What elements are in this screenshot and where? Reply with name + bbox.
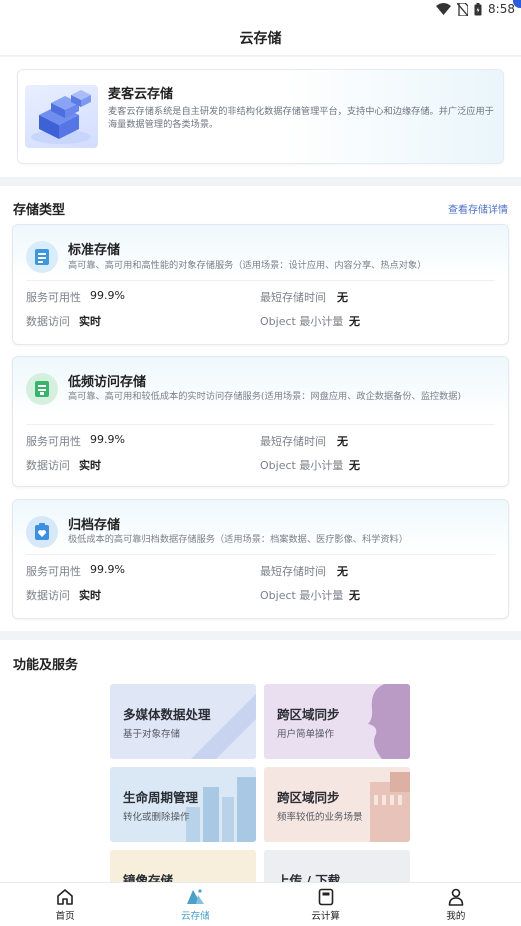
min-storage-time-label: 最短存储时间 [260, 291, 326, 304]
status-time: 8:58 [488, 2, 515, 16]
availability-label: 服务可用性 [26, 291, 81, 304]
availability-label: 服务可用性 [26, 565, 81, 578]
data-access-label: 数据访问 [26, 459, 70, 472]
infrequent-storage-icon [26, 373, 58, 405]
nav-label: 云存储 [181, 910, 210, 922]
cloud-compute-icon [318, 888, 333, 905]
cloud-storage-illustration [25, 85, 98, 148]
intro-card[interactable]: 麦客云存储 麦客云存储系统是自主研发的非结构化数据存储管理平台，支持中心和边缘存… [17, 69, 504, 164]
storage-card-name: 低频访问存储 [68, 375, 147, 390]
title-bar: 云存储 [0, 20, 521, 56]
intro-section: 麦客云存储 麦客云存储系统是自主研发的非结构化数据存储管理平台，支持中心和边缘存… [0, 57, 521, 177]
object-min-unit-label: Object 最小计量 [260, 459, 344, 472]
data-access-value: 实时 [79, 459, 101, 472]
tile-cross-region-sync-2[interactable]: 跨区域同步 频率较低的业务场景 [264, 767, 410, 842]
nav-label: 我的 [446, 910, 466, 922]
functions-section-title: 功能及服务 [13, 658, 79, 673]
availability-value: 99.9% [90, 433, 125, 446]
tile-subtitle: 转化或删除操作 [123, 812, 190, 823]
availability-value: 99.9% [90, 289, 125, 302]
status-icons: 8:58 [436, 2, 515, 16]
cloud-storage-icon [187, 888, 205, 904]
object-min-unit-value: 无 [349, 315, 360, 328]
home-icon [57, 888, 73, 905]
nav-home[interactable]: 首页 [0, 883, 130, 926]
tile-multimedia-processing[interactable]: 多媒体数据处理 基于对象存储 [110, 684, 256, 759]
profile-icon [448, 888, 464, 906]
data-access-value: 实时 [79, 589, 101, 602]
intro-title: 麦客云存储 [108, 87, 174, 102]
object-min-unit-label: Object 最小计量 [260, 589, 344, 602]
nav-profile[interactable]: 我的 [391, 883, 521, 926]
availability-label: 服务可用性 [26, 435, 81, 448]
tile-subtitle: 基于对象存储 [123, 729, 181, 740]
storage-card-name: 归档存储 [68, 518, 121, 533]
object-min-unit-value: 无 [349, 459, 360, 472]
storage-section-title: 存储类型 [13, 203, 66, 218]
min-storage-time-value: 无 [337, 291, 348, 304]
building-decoration [370, 772, 410, 842]
storage-card-standard[interactable]: 标准存储 高可靠、高可用和高性能的对象存储服务（适用场景：设计应用、内容分享、热… [12, 224, 509, 345]
nav-label: 云计算 [311, 910, 340, 922]
object-min-unit-label: Object 最小计量 [260, 315, 344, 328]
functions-section: 功能及服务 多媒体数据处理 基于对象存储 跨区域同步 用户简单操作 生命周期管理… [0, 640, 521, 925]
min-storage-time-value: 无 [337, 435, 348, 448]
battery-icon [474, 2, 482, 15]
standard-storage-icon [26, 241, 58, 273]
tile-lifecycle-management[interactable]: 生命周期管理 转化或删除操作 [110, 767, 256, 842]
tile-subtitle: 频率较低的业务场景 [277, 812, 363, 823]
no-sim-icon [457, 2, 469, 16]
min-storage-time-value: 无 [337, 565, 348, 578]
storage-card-description: 高可靠、高可用和较低成本的实时访问存储服务(适用场景：网盘应用、政企数据备份、监… [68, 391, 462, 402]
data-access-label: 数据访问 [26, 589, 70, 602]
storage-types-section: 存储类型 查看存储详情 标准存储 高可靠、高可用和高性能的对象存储服务（适用场景… [0, 186, 521, 631]
profile-silhouette-decoration [368, 684, 410, 759]
tile-title: 多媒体数据处理 [123, 707, 211, 722]
archive-storage-icon [26, 516, 58, 548]
availability-value: 99.9% [90, 563, 125, 576]
min-storage-time-label: 最短存储时间 [260, 435, 326, 448]
object-min-unit-value: 无 [349, 589, 360, 602]
tile-title: 跨区域同步 [277, 790, 340, 805]
storage-card-description: 高可靠、高可用和高性能的对象存储服务（适用场景：设计应用、内容分享、热点对象） [68, 260, 427, 271]
data-access-label: 数据访问 [26, 315, 70, 328]
nav-label: 首页 [55, 910, 75, 922]
min-storage-time-label: 最短存储时间 [260, 565, 326, 578]
nav-cloud-storage[interactable]: 云存储 [130, 883, 260, 926]
tile-subtitle: 用户简单操作 [277, 729, 335, 740]
intro-description: 麦客云存储系统是自主研发的非结构化数据存储管理平台，支持中心和边缘存储。并广泛应… [108, 106, 494, 130]
page-title: 云存储 [239, 30, 282, 47]
tile-title: 生命周期管理 [123, 790, 199, 805]
storage-card-description: 极低成本的高可靠归档数据存储服务（适用场景：档案数据、医疗影像、科学资料） [68, 534, 408, 545]
wifi-icon [436, 3, 452, 15]
storage-card-archive[interactable]: 归档存储 极低成本的高可靠归档数据存储服务（适用场景：档案数据、医疗影像、科学资… [12, 499, 509, 619]
storage-card-infrequent-access[interactable]: 低频访问存储 高可靠、高可用和较低成本的实时访问存储服务(适用场景：网盘应用、政… [12, 356, 509, 487]
storage-card-name: 标准存储 [68, 243, 121, 258]
data-access-value: 实时 [79, 315, 101, 328]
status-bar: 8:58 [0, 0, 521, 20]
nav-cloud-compute[interactable]: 云计算 [261, 883, 391, 926]
tile-cross-region-sync[interactable]: 跨区域同步 用户简单操作 [264, 684, 410, 759]
tile-title: 跨区域同步 [277, 707, 340, 722]
bottom-navigation: 首页 云存储 云计算 我的 [0, 882, 521, 926]
view-storage-details-link[interactable]: 查看存储详情 [448, 201, 508, 216]
